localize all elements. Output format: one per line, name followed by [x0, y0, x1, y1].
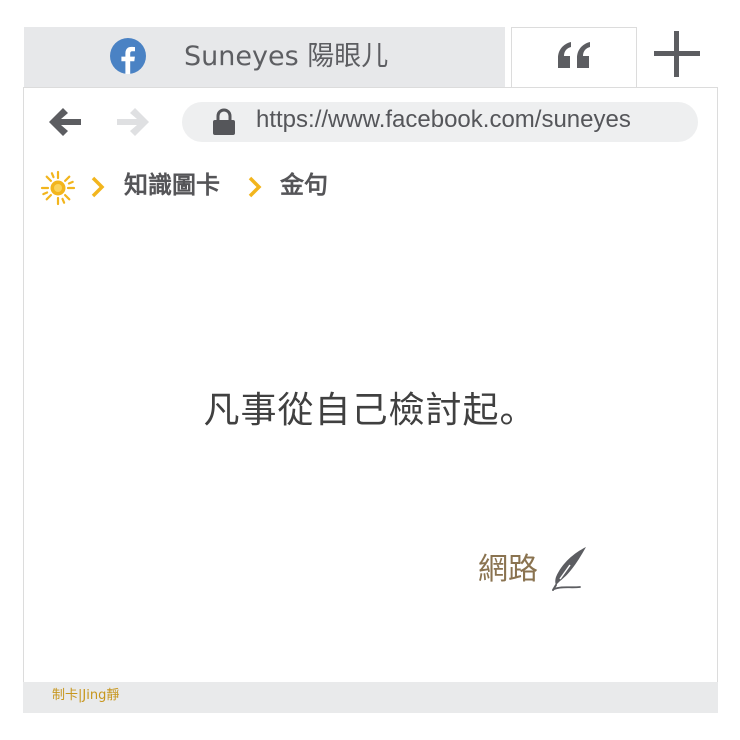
arrow-right-icon[interactable]: [113, 103, 153, 141]
quote-text: 凡事從自己檢討起。: [203, 390, 537, 431]
quote-source: 網路: [478, 552, 538, 587]
tab-title: Suneyes 陽眼儿: [184, 41, 389, 72]
facebook-icon: [110, 38, 146, 74]
chevron-right-icon: [248, 176, 262, 198]
plus-icon[interactable]: [652, 29, 702, 79]
chevron-right-icon: [91, 176, 105, 198]
lock-icon: [213, 108, 235, 135]
breadcrumb-item-golden-quotes[interactable]: 金句: [280, 169, 328, 201]
footer-bar: [23, 682, 718, 713]
breadcrumb-item-knowledge-card[interactable]: 知識圖卡: [124, 169, 220, 201]
card-credit: 制卡|Jing靜: [52, 688, 120, 703]
arrow-left-icon[interactable]: [45, 103, 85, 141]
url-text[interactable]: https://www.facebook.com/suneyes: [256, 104, 631, 136]
quill-icon: [552, 547, 586, 591]
sun-icon[interactable]: [40, 170, 76, 206]
quote-icon: [558, 42, 590, 68]
